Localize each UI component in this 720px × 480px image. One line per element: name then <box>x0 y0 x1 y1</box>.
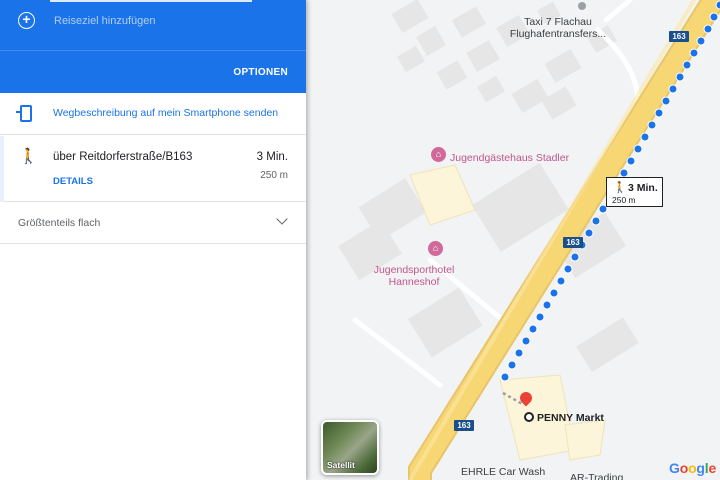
hostel-label[interactable]: Jugendgästehaus Stadler <box>450 152 569 164</box>
hotel-label[interactable]: Jugendsporthotel Hanneshof <box>364 264 464 288</box>
ar-trading-label[interactable]: AR-Trading <box>570 472 623 480</box>
header-divider <box>0 50 306 51</box>
road-shield-b163-top: 163 <box>669 31 689 42</box>
add-destination-label: Reiseziel hinzufügen <box>54 14 156 27</box>
plus-circle-icon: + <box>18 12 35 29</box>
add-destination-button[interactable]: + Reiseziel hinzufügen <box>18 12 156 29</box>
road-shield-b163-mid: 163 <box>563 237 583 248</box>
taxi-label-line1: Taxi 7 Flachau <box>524 16 592 28</box>
options-button[interactable]: OPTIONEN <box>233 67 288 78</box>
hotel-label-line1: Jugendsporthotel <box>373 264 455 276</box>
route-details-link[interactable]: DETAILS <box>53 176 93 187</box>
send-to-phone-row[interactable]: Wegbeschreibung auf mein Smartphone send… <box>0 93 306 135</box>
destination-dot-icon <box>524 412 534 422</box>
taxi-marker-icon[interactable] <box>578 2 586 10</box>
route-distance: 250 m <box>260 170 288 181</box>
road-shield-b163-bottom: 163 <box>454 420 474 431</box>
directions-header: + Reiseziel hinzufügen OPTIONEN <box>0 0 306 93</box>
maps-app: ⌂ ⌂ Taxi 7 Flachau Flughafentransfers...… <box>0 0 720 480</box>
terrain-info-row[interactable]: Größtenteils flach <box>0 202 306 244</box>
hostel-icon[interactable]: ⌂ <box>431 147 446 162</box>
taxi-label[interactable]: Taxi 7 Flachau Flughafentransfers... <box>488 16 628 40</box>
route-duration-callout[interactable]: 🚶 3 Min. 250 m <box>606 177 663 207</box>
hotel-label-line2: Hanneshof <box>388 276 440 288</box>
taxi-label-line2: Flughafentransfers... <box>509 28 607 40</box>
satellite-layer-button[interactable]: Satellit <box>321 420 379 475</box>
callout-distance: 250 m <box>612 195 636 205</box>
directions-panel: + Reiseziel hinzufügen OPTIONEN Wegbesch… <box>0 0 306 480</box>
phone-send-icon <box>16 105 32 122</box>
selected-route-indicator <box>0 136 4 202</box>
route-option[interactable]: 🚶 über Reitdorferstraße/B163 3 Min. DETA… <box>0 136 306 202</box>
input-underline <box>50 0 252 2</box>
destination-label[interactable]: PENNY Markt <box>537 412 604 424</box>
terrain-label: Größtenteils flach <box>18 217 101 229</box>
route-via-label: über Reitdorferstraße/B163 <box>53 151 193 163</box>
walk-icon: 🚶 <box>613 182 627 194</box>
google-logo: Google <box>669 460 717 476</box>
route-duration: 3 Min. <box>256 151 288 163</box>
send-to-phone-label: Wegbeschreibung auf mein Smartphone send… <box>53 107 279 119</box>
callout-duration: 3 Min. <box>628 182 658 194</box>
satellite-label: Satellit <box>327 460 355 470</box>
chevron-down-icon[interactable] <box>276 213 288 225</box>
car-wash-label[interactable]: EHRLE Car Wash <box>461 466 545 478</box>
hotel-icon[interactable]: ⌂ <box>428 241 443 256</box>
walk-icon: 🚶 <box>19 148 38 165</box>
